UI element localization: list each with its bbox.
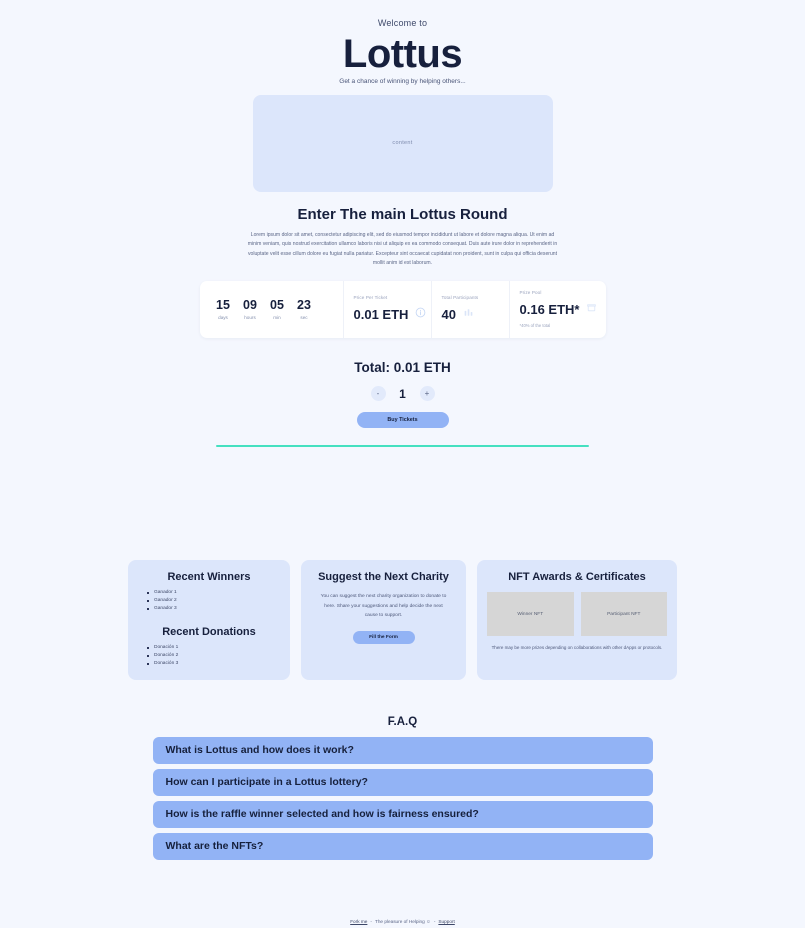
- countdown-hours-label: hours: [244, 315, 256, 321]
- buy-tickets-button[interactable]: Buy Tickets: [356, 412, 449, 429]
- countdown-days-label: days: [218, 315, 228, 321]
- nft-awards-note: There may be more prizes depending on co…: [491, 645, 663, 651]
- recent-donations-list: Donación 1 Donación 2 Donación 3: [138, 644, 280, 668]
- suggest-charity-title: Suggest the Next Charity: [318, 571, 449, 584]
- hero-media-placeholder: content: [252, 94, 553, 192]
- total-amount: Total: 0.01 ETH: [354, 360, 451, 376]
- footer-tagline: The pleasure of Helping ☺: [374, 919, 431, 924]
- faq-list: What is Lottus and how does it work? How…: [152, 736, 653, 860]
- nft-awards-card: NFT Awards & Certificates Winner NFT Par…: [477, 560, 677, 680]
- ticket-quantity-stepper: - 1 +: [0, 386, 805, 402]
- countdown-unit-min: 05 min: [264, 297, 291, 321]
- round-description: Lorem ipsum dolor sit amet, consectetur …: [247, 231, 558, 267]
- stat-pool-label: Prize Pool: [519, 290, 542, 296]
- countdown-sec-label: sec: [300, 315, 308, 321]
- stat-participants-value: 40: [441, 306, 456, 322]
- countdown-unit-sec: 23 sec: [291, 297, 318, 321]
- list-item: Donación 2: [147, 652, 280, 660]
- stat-participants-label: Total Participants: [441, 295, 479, 301]
- fill-the-form-button[interactable]: Fill the Form: [352, 630, 415, 644]
- recent-donations-title: Recent Donations: [162, 626, 256, 639]
- hero-media-label: content: [392, 140, 413, 147]
- suggest-charity-card: Suggest the Next Charity You can suggest…: [301, 560, 466, 680]
- suggest-charity-text: You can suggest the next charity organiz…: [320, 594, 447, 618]
- faq-item-4[interactable]: What are the NFTs?: [152, 832, 653, 860]
- footer: Fork me - The pleasure of Helping ☺ - Suppor…: [0, 919, 805, 924]
- hero-section: Welcome to Lottus Get a chance of winnin…: [0, 18, 805, 192]
- stat-total-participants: Total Participants 40: [432, 281, 510, 339]
- page-root: Welcome to Lottus Get a chance of winnin…: [0, 0, 805, 860]
- stat-price-value: 0.01 ETH: [353, 306, 409, 322]
- support-link[interactable]: Support: [438, 919, 454, 924]
- stat-pool-note: *40% of the total: [519, 323, 551, 329]
- stat-price-per-ticket: Price Per Ticket 0.01 ETH: [344, 281, 432, 339]
- stat-pool-value: 0.16 ETH*: [519, 301, 580, 317]
- brand-tagline: Get a chance of winning by helping other…: [339, 77, 466, 85]
- faq-title: F.A.Q: [387, 715, 418, 728]
- brand-title: Lottus: [342, 32, 463, 76]
- nft-awards-title: NFT Awards & Certificates: [508, 571, 646, 584]
- decrement-button[interactable]: -: [370, 386, 386, 402]
- welcome-text: Welcome to: [377, 18, 428, 28]
- countdown-sec-value: 23: [297, 297, 311, 312]
- increment-button[interactable]: +: [419, 386, 435, 402]
- recent-winners-card: Recent Winners Ganador 1 Ganador 2 Ganad…: [128, 560, 290, 680]
- info-cards-row: Recent Winners Ganador 1 Ganador 2 Ganad…: [0, 560, 805, 680]
- countdown-unit-days: 15 days: [210, 297, 237, 321]
- list-item: Donación 3: [147, 660, 280, 668]
- nft-thumbnails: Winner NFT Participant NFT: [487, 592, 667, 637]
- nft-thumb-participant: Participant NFT: [580, 592, 667, 637]
- countdown-hours-value: 09: [243, 297, 257, 312]
- faq-item-3[interactable]: How is the raffle winner selected and ho…: [152, 800, 653, 828]
- faq-item-1[interactable]: What is Lottus and how does it work?: [152, 736, 653, 764]
- faq-item-2[interactable]: How can I participate in a Lottus lotter…: [152, 768, 653, 796]
- stat-prize-pool: Prize Pool 0.16 ETH* *40% of the total: [510, 281, 606, 338]
- fork-me-link[interactable]: Fork me: [350, 919, 367, 924]
- countdown: 15 days 09 hours 05 min 23 sec: [210, 297, 333, 321]
- list-item: Ganador 3: [147, 605, 280, 613]
- list-item: Ganador 1: [147, 589, 280, 597]
- quantity-value: 1: [399, 386, 406, 401]
- footer-separator-1: -: [370, 919, 372, 924]
- recent-winners-list: Ganador 1 Ganador 2 Ganador 3: [138, 589, 280, 613]
- countdown-unit-hours: 09 hours: [237, 297, 264, 321]
- countdown-min-value: 05: [270, 297, 284, 312]
- list-item: Ganador 2: [147, 597, 280, 605]
- countdown-min-label: min: [273, 315, 281, 321]
- countdown-cell: 15 days 09 hours 05 min 23 sec: [200, 281, 344, 339]
- recent-winners-title: Recent Winners: [167, 571, 251, 584]
- trophy-icon: [586, 300, 597, 318]
- round-title: Enter The main Lottus Round: [297, 205, 508, 223]
- participants-icon: [463, 305, 474, 323]
- nft-thumb-winner: Winner NFT: [487, 592, 574, 637]
- ticket-icon: [415, 305, 426, 323]
- countdown-days-value: 15: [216, 297, 230, 312]
- stat-price-label: Price Per Ticket: [353, 295, 388, 301]
- section-divider: [216, 445, 589, 448]
- list-item: Donación 1: [147, 644, 280, 652]
- stats-strip: 15 days 09 hours 05 min 23 sec Price Per…: [199, 281, 606, 339]
